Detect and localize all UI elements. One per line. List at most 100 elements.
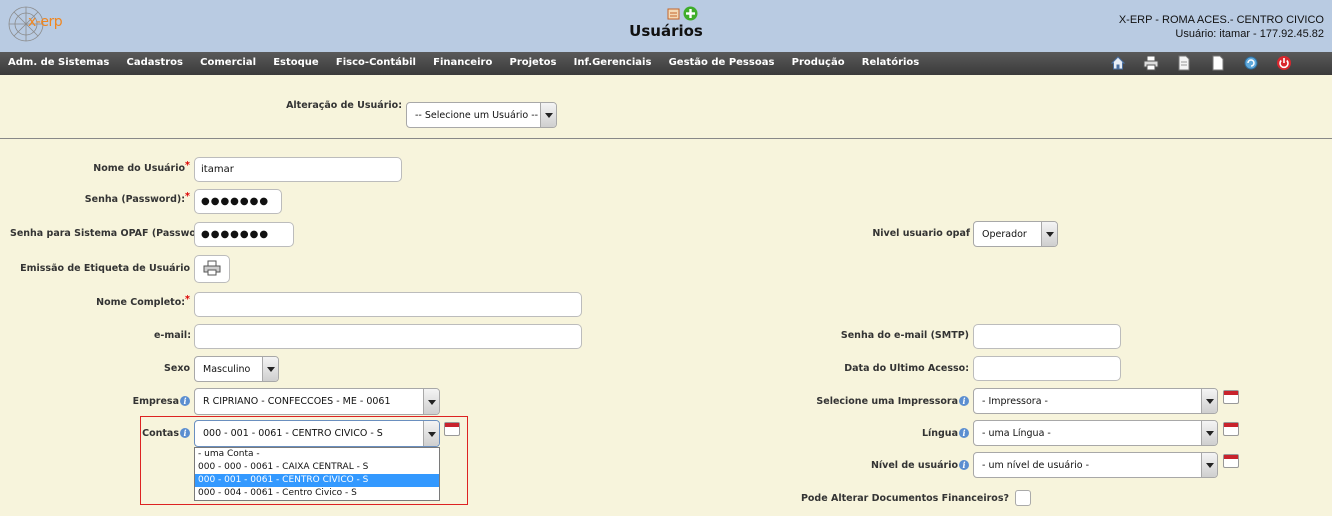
contas-option[interactable]: 000 - 000 - 0061 - CAIXA CENTRAL - S <box>195 461 439 474</box>
etiqueta-label: Emissão de Etiqueta de Usuário <box>20 263 190 274</box>
session-info: X-ERP - ROMA ACES.- CENTRO CIVICO Usuári… <box>1119 13 1324 41</box>
menu-inf-gerenciais[interactable]: Inf.Gerenciais <box>574 57 652 68</box>
empresa-value: R CIPRIANO - CONFECCOES - ME - 0061 <box>203 396 391 407</box>
chevron-down-icon <box>1201 453 1217 477</box>
chevron-down-icon <box>423 389 439 414</box>
required-marker: * <box>185 294 190 305</box>
chevron-down-icon <box>262 357 278 381</box>
lingua-value: - uma Língua - <box>982 427 1051 439</box>
empresa-label: Empresa i <box>100 396 190 407</box>
nivel-usuario-select[interactable]: - um nível de usuário - <box>973 452 1218 478</box>
contas-dropdown-list: - uma Conta - 000 - 000 - 0061 - CAIXA C… <box>194 447 440 501</box>
nome-completo-label: Nome Completo:* <box>60 294 190 308</box>
impressora-label-text: Selecione uma Impressora <box>816 396 958 407</box>
refresh-icon[interactable] <box>1243 55 1259 71</box>
nivel-opaf-label: Nivel usuario opaf <box>872 228 970 239</box>
lingua-select[interactable]: - uma Língua - <box>973 420 1218 446</box>
company-name: X-ERP - ROMA ACES.- CENTRO CIVICO <box>1118 14 1324 26</box>
senha-input[interactable]: ●●●●●●● <box>194 189 282 214</box>
nivel-opaf-select[interactable]: Operador <box>973 221 1058 247</box>
ultimo-acesso-input[interactable] <box>973 356 1121 381</box>
senha-label-text: Senha (Password): <box>84 194 186 205</box>
contas-select[interactable]: 000 - 001 - 0061 - CENTRO CIVICO - S <box>194 420 440 447</box>
alteracao-usuario-value: -- Selecione um Usuário -- <box>415 109 539 121</box>
contas-option[interactable]: 000 - 004 - 0061 - Centro Civico - S <box>195 487 439 500</box>
print-icon <box>203 260 221 279</box>
nome-usuario-label: Nome do Usuário* <box>60 160 190 174</box>
required-marker: * <box>185 191 190 202</box>
info-icon[interactable]: i <box>959 396 969 406</box>
nome-usuario-label-text: Nome do Usuário <box>93 163 186 174</box>
menu-producao[interactable]: Produção <box>792 57 845 68</box>
senha-opaf-input[interactable]: ●●●●●●● <box>194 222 294 247</box>
required-marker: * <box>185 160 190 171</box>
divider <box>0 138 1332 139</box>
calendar-icon[interactable] <box>444 422 460 436</box>
info-icon[interactable]: i <box>959 428 969 438</box>
user-info: Usuário: itamar - 177.92.45.82 <box>1175 28 1324 40</box>
menu-relatorios[interactable]: Relatórios <box>862 57 920 68</box>
impressora-label: Selecione uma Impressora i <box>800 396 969 407</box>
contas-option[interactable]: - uma Conta - <box>195 448 439 461</box>
menu-comercial[interactable]: Comercial <box>200 57 256 68</box>
info-icon[interactable]: i <box>180 396 190 406</box>
chevron-down-icon <box>1041 222 1057 246</box>
menu-projetos[interactable]: Projetos <box>510 57 557 68</box>
calendar-icon[interactable] <box>1223 454 1239 468</box>
email-input[interactable] <box>194 324 582 349</box>
nome-completo-input[interactable] <box>194 292 582 317</box>
calendar-icon[interactable] <box>1223 390 1239 404</box>
chevron-down-icon <box>540 103 556 127</box>
info-icon[interactable]: i <box>180 428 190 438</box>
menu-cadastros[interactable]: Cadastros <box>126 57 182 68</box>
report-icon[interactable] <box>667 7 680 23</box>
main-menu-bar: Adm. de Sistemas Cadastros Comercial Est… <box>0 52 1332 75</box>
impressora-value: - Impressora - <box>982 395 1048 407</box>
nivel-usuario-value: - um nível de usuário - <box>982 459 1090 471</box>
pode-alterar-checkbox[interactable] <box>1015 490 1031 506</box>
nivel-opaf-value: Operador <box>982 228 1027 240</box>
chevron-down-icon <box>1201 389 1217 413</box>
nome-completo-label-text: Nome Completo: <box>96 297 186 308</box>
nome-usuario-input[interactable]: itamar <box>194 157 402 182</box>
sexo-value: Masculino <box>203 363 251 375</box>
lingua-label: Língua i <box>850 428 969 439</box>
nivel-usuario-label-text: Nível de usuário <box>870 460 958 471</box>
ultimo-acesso-label: Data do Ultimo Acesso: <box>844 363 969 374</box>
email-label: e-mail: <box>153 330 191 341</box>
calendar-icon[interactable] <box>1223 422 1239 436</box>
senha-opaf-label: Senha para Sistema OPAF (Password): <box>10 228 216 239</box>
menu-financeiro[interactable]: Financeiro <box>433 57 492 68</box>
chevron-down-icon <box>1201 421 1217 445</box>
contas-value: 000 - 001 - 0061 - CENTRO CIVICO - S <box>203 428 383 439</box>
sexo-select[interactable]: Masculino <box>194 356 279 382</box>
page-icon[interactable] <box>1210 55 1226 71</box>
lingua-label-text: Língua <box>921 428 958 439</box>
etiqueta-print-button[interactable] <box>194 255 230 283</box>
chevron-down-icon <box>423 421 439 446</box>
print-icon[interactable] <box>1143 55 1159 71</box>
menu-adm-sistemas[interactable]: Adm. de Sistemas <box>8 57 109 68</box>
empresa-select[interactable]: R CIPRIANO - CONFECCOES - ME - 0061 <box>194 388 440 415</box>
nivel-usuario-label: Nível de usuário i <box>850 460 969 471</box>
info-icon[interactable]: i <box>959 460 969 470</box>
senha-label: Senha (Password):* <box>60 191 190 205</box>
senha-smtp-input[interactable] <box>973 324 1121 349</box>
contas-label: Contas i <box>100 428 190 439</box>
app-header: x-erp Usuários X-ERP - ROMA ACES.- CENTR… <box>0 0 1332 52</box>
menu-fisco-contabil[interactable]: Fisco-Contábil <box>336 57 416 68</box>
home-icon[interactable] <box>1110 55 1126 71</box>
menu-gestao-pessoas[interactable]: Gestão de Pessoas <box>669 57 775 68</box>
alteracao-label: Alteração de Usuário: <box>286 100 402 111</box>
empresa-label-text: Empresa <box>132 396 179 407</box>
alteracao-usuario-select[interactable]: -- Selecione um Usuário -- <box>406 102 557 128</box>
sexo-label: Sexo <box>164 363 190 374</box>
contas-label-text: Contas <box>142 428 179 439</box>
contas-option-selected[interactable]: 000 - 001 - 0061 - CENTRO CIVICO - S <box>195 474 439 487</box>
power-icon[interactable] <box>1276 55 1292 71</box>
toolbar-icons <box>1110 55 1306 71</box>
document-icon[interactable] <box>1176 55 1192 71</box>
menu-estoque[interactable]: Estoque <box>273 57 319 68</box>
impressora-select[interactable]: - Impressora - <box>973 388 1218 414</box>
senha-smtp-label: Senha do e-mail (SMTP) <box>840 330 969 341</box>
